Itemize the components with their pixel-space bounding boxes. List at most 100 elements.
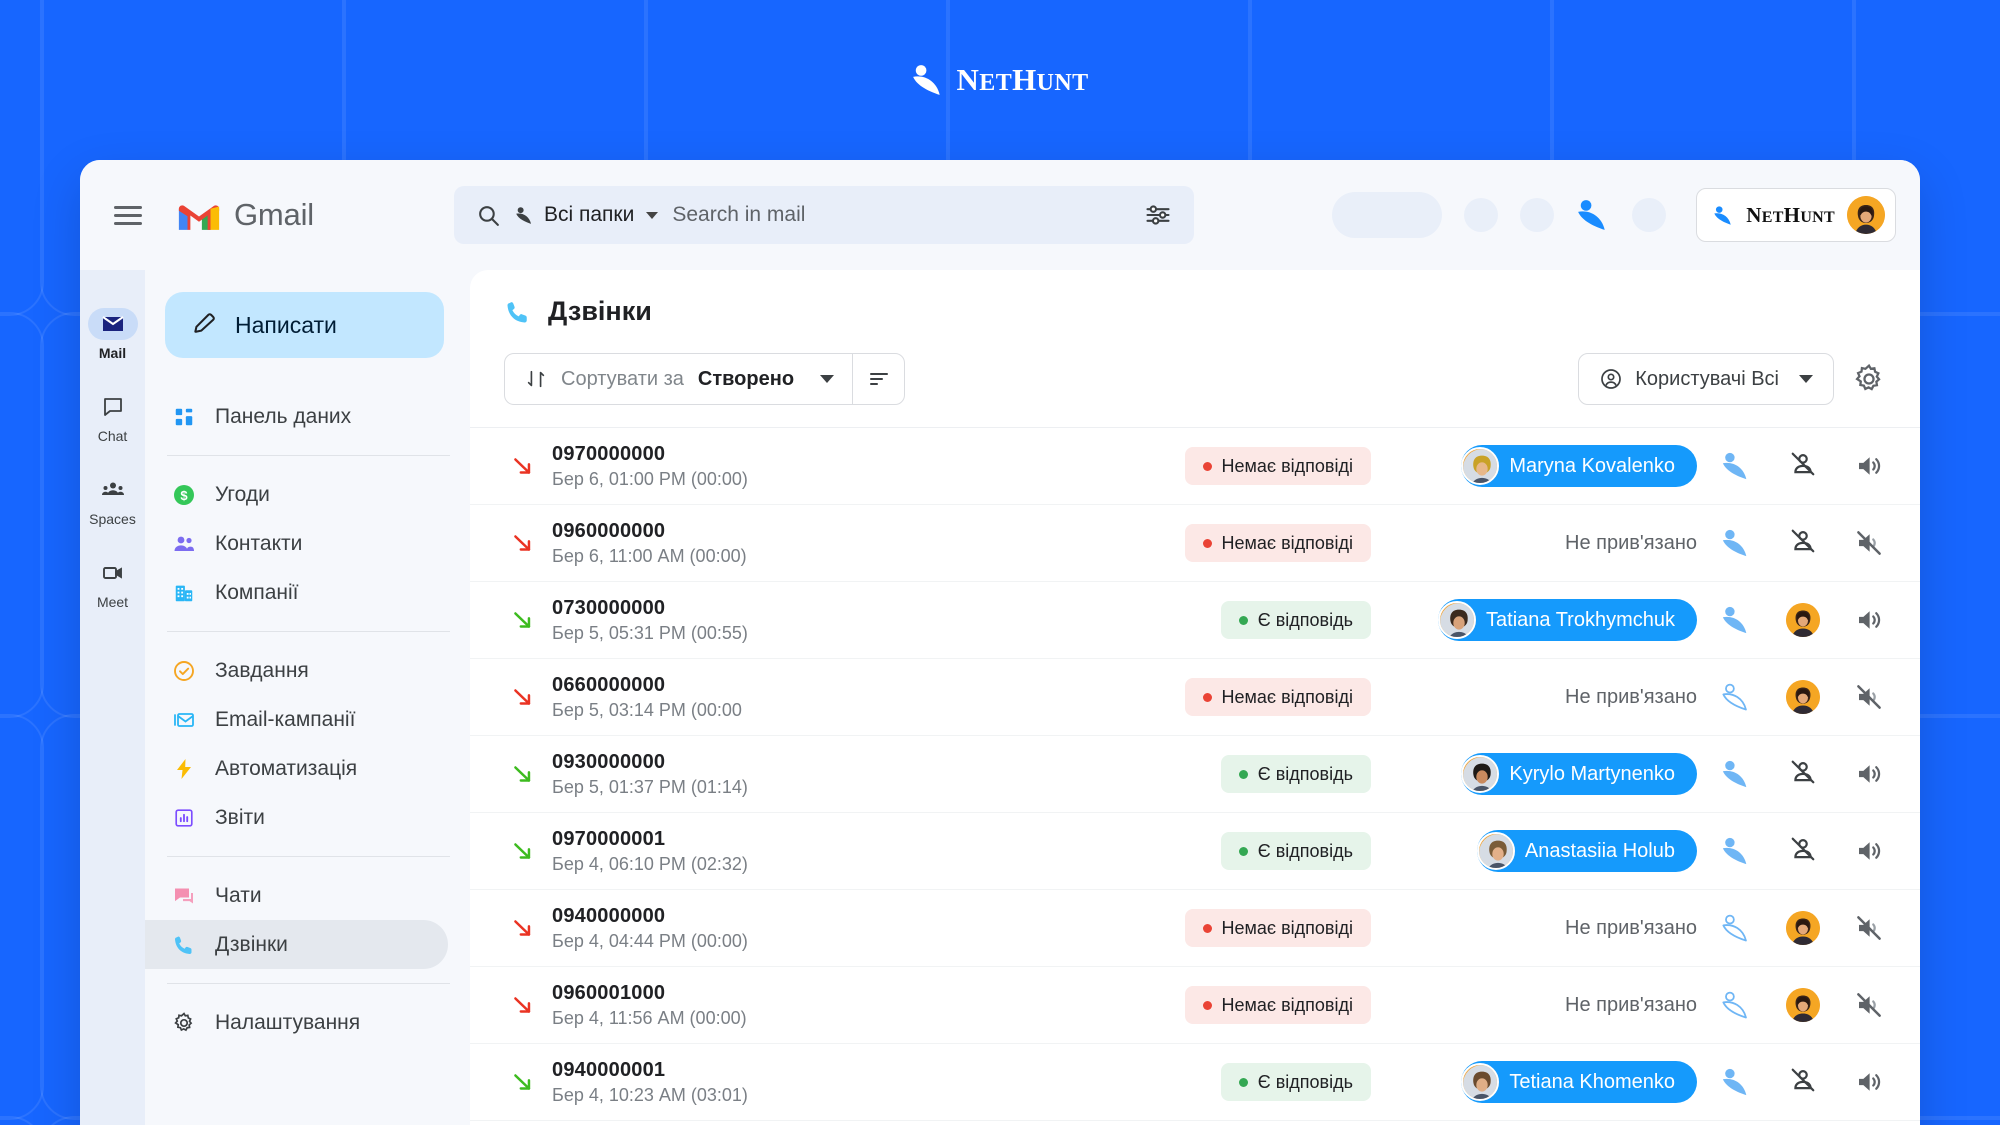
- call-actions: [1701, 449, 1886, 483]
- compose-button[interactable]: Написати: [165, 292, 444, 358]
- app-window: Gmail Всі папки Search in mail NETHUNT M…: [80, 160, 1920, 1125]
- gmail-m-icon: [176, 198, 222, 233]
- nethunt-icon[interactable]: [1719, 449, 1753, 483]
- sidebar-item-reports[interactable]: Звіти: [145, 793, 448, 842]
- sidebar-item-contacts[interactable]: Контакти: [145, 519, 448, 568]
- status-badge: Немає відповіді: [1184, 678, 1371, 716]
- call-contact: Не прив'язано: [1371, 532, 1701, 555]
- rail-item-meet[interactable]: Meet: [81, 557, 145, 610]
- sound-icon[interactable]: [1852, 603, 1886, 637]
- call-actions: [1701, 1065, 1886, 1099]
- rail-item-label: Mail: [98, 345, 127, 361]
- avatar[interactable]: [1847, 196, 1885, 234]
- search-options-icon[interactable]: [1144, 201, 1172, 229]
- sidebar-item-tasks[interactable]: Завдання: [145, 646, 448, 695]
- divider: [167, 856, 450, 857]
- contact-chip[interactable]: Anastasiia Holub: [1476, 830, 1697, 872]
- sidebar-item-email-campaigns[interactable]: Email-кампанії: [145, 695, 448, 744]
- sidebar-item-label: Контакти: [215, 531, 303, 555]
- contact-chip[interactable]: Kyrylo Martynenko: [1461, 753, 1697, 795]
- contact-chip[interactable]: Maryna Kovalenko: [1461, 445, 1697, 487]
- settings-button[interactable]: [1852, 362, 1886, 396]
- owner-avatar[interactable]: [1785, 680, 1820, 714]
- no-user-icon[interactable]: [1786, 526, 1820, 560]
- sidebar-item-calls[interactable]: Дзвінки: [145, 920, 448, 969]
- sound-icon[interactable]: [1852, 911, 1886, 945]
- nethunt-icon: [1713, 205, 1734, 226]
- automation-icon: [171, 756, 197, 782]
- call-row[interactable]: 0970000000 Бер 6, 01:00 PM (00:00) Немає…: [470, 428, 1920, 505]
- spaces-icon: [88, 474, 138, 506]
- call-info: 0730000000 Бер 5, 05:31 PM (00:55): [552, 597, 1221, 644]
- call-row[interactable]: 0930000000 Бер 5, 01:37 PM (01:14) Є від…: [470, 736, 1920, 813]
- nethunt-icon[interactable]: [1719, 680, 1753, 714]
- rail-item-chat[interactable]: Chat: [81, 391, 145, 444]
- sound-icon[interactable]: [1852, 449, 1886, 483]
- nethunt-icon[interactable]: [1719, 1065, 1753, 1099]
- call-row[interactable]: 0970000001 Бер 4, 06:10 PM (02:32) Є від…: [470, 813, 1920, 890]
- brand-header: NETHUNT: [0, 0, 2000, 160]
- search-input[interactable]: [672, 203, 1130, 227]
- account-chip[interactable]: NETHUNT: [1696, 188, 1896, 242]
- sidebar-item-automation[interactable]: Автоматизація: [145, 744, 448, 793]
- call-row[interactable]: 0960000000 Бер 6, 11:00 AM (00:00) Немає…: [470, 505, 1920, 582]
- call-row[interactable]: 0730000000 Бер 5, 05:31 PM (00:55) Є від…: [470, 582, 1920, 659]
- sound-icon[interactable]: [1852, 1065, 1886, 1099]
- folder-filter-dropdown[interactable]: Всі папки: [515, 203, 659, 227]
- sound-icon[interactable]: [1852, 526, 1886, 560]
- sidebar-item-settings[interactable]: Налаштування: [145, 998, 448, 1047]
- owner-avatar[interactable]: [1785, 603, 1820, 637]
- no-user-icon[interactable]: [1786, 757, 1820, 791]
- gmail-logo[interactable]: Gmail: [176, 197, 426, 233]
- avatar[interactable]: [1785, 680, 1820, 714]
- avatar[interactable]: [1785, 988, 1820, 1022]
- nethunt-icon[interactable]: [1719, 988, 1753, 1022]
- nethunt-icon[interactable]: [1576, 198, 1610, 232]
- sidebar-item-deals[interactable]: $ Угоди: [145, 470, 448, 519]
- call-number: 0970000001: [552, 827, 666, 850]
- sound-icon[interactable]: [1852, 680, 1886, 714]
- nethunt-icon[interactable]: [1719, 526, 1753, 560]
- nethunt-icon[interactable]: [1719, 603, 1753, 637]
- main-menu-icon[interactable]: [80, 201, 176, 230]
- owner-avatar[interactable]: [1785, 988, 1820, 1022]
- avatar[interactable]: [1785, 603, 1820, 637]
- sound-icon[interactable]: [1852, 834, 1886, 868]
- call-direction-icon: [494, 607, 552, 633]
- sound-icon[interactable]: [1852, 757, 1886, 791]
- nethunt-icon[interactable]: [1719, 834, 1753, 868]
- call-row[interactable]: 0960001000 Бер 4, 11:56 AM (00:00) Немає…: [470, 967, 1920, 1044]
- contact-chip[interactable]: Tetiana Khomenko: [1461, 1061, 1697, 1103]
- no-user-icon[interactable]: [1789, 450, 1817, 483]
- avatar[interactable]: [1785, 911, 1820, 945]
- nethunt-icon[interactable]: [1719, 911, 1753, 945]
- contact-chip[interactable]: Tatiana Trokhymchuk: [1438, 599, 1697, 641]
- rail-item-spaces[interactable]: Spaces: [81, 474, 145, 527]
- sidebar-item-companies[interactable]: Компанії: [145, 568, 448, 617]
- sound-icon[interactable]: [1852, 988, 1886, 1022]
- call-row[interactable]: 0940000000 Бер 4, 04:44 PM (00:00) Немає…: [470, 890, 1920, 967]
- no-user-icon[interactable]: [1789, 835, 1817, 868]
- no-user-icon[interactable]: [1789, 758, 1817, 791]
- not-linked-label: Не прив'язано: [1565, 531, 1697, 554]
- contact-name: Kyrylo Martynenko: [1509, 762, 1675, 785]
- sidebar-item-dashboard[interactable]: Панель даних: [145, 392, 448, 441]
- no-user-icon[interactable]: [1786, 834, 1820, 868]
- no-user-icon[interactable]: [1789, 1066, 1817, 1099]
- status-dot: [1202, 923, 1212, 933]
- call-row[interactable]: 0660000000 Бер 5, 03:14 PM (00:00 Немає …: [470, 659, 1920, 736]
- nethunt-icon[interactable]: [1719, 757, 1753, 791]
- call-info: 0970000001 Бер 4, 06:10 PM (02:32): [552, 828, 1221, 875]
- user-filter-dropdown[interactable]: Користувачі Всі: [1578, 353, 1834, 405]
- no-user-icon[interactable]: [1786, 449, 1820, 483]
- sidebar-item-chats[interactable]: Чати: [145, 871, 448, 920]
- search-bar[interactable]: Всі папки: [454, 186, 1194, 244]
- rail-item-mail[interactable]: Mail: [81, 308, 145, 361]
- call-row[interactable]: 0940000001 Бер 4, 10:23 AM (03:01) Є від…: [470, 1044, 1920, 1121]
- tasks-icon: [171, 658, 197, 684]
- sort-direction-button[interactable]: [852, 354, 904, 404]
- sort-by-dropdown[interactable]: Сортувати за Створено: [505, 354, 852, 404]
- no-user-icon[interactable]: [1789, 527, 1817, 560]
- no-user-icon[interactable]: [1786, 1065, 1820, 1099]
- owner-avatar[interactable]: [1785, 911, 1820, 945]
